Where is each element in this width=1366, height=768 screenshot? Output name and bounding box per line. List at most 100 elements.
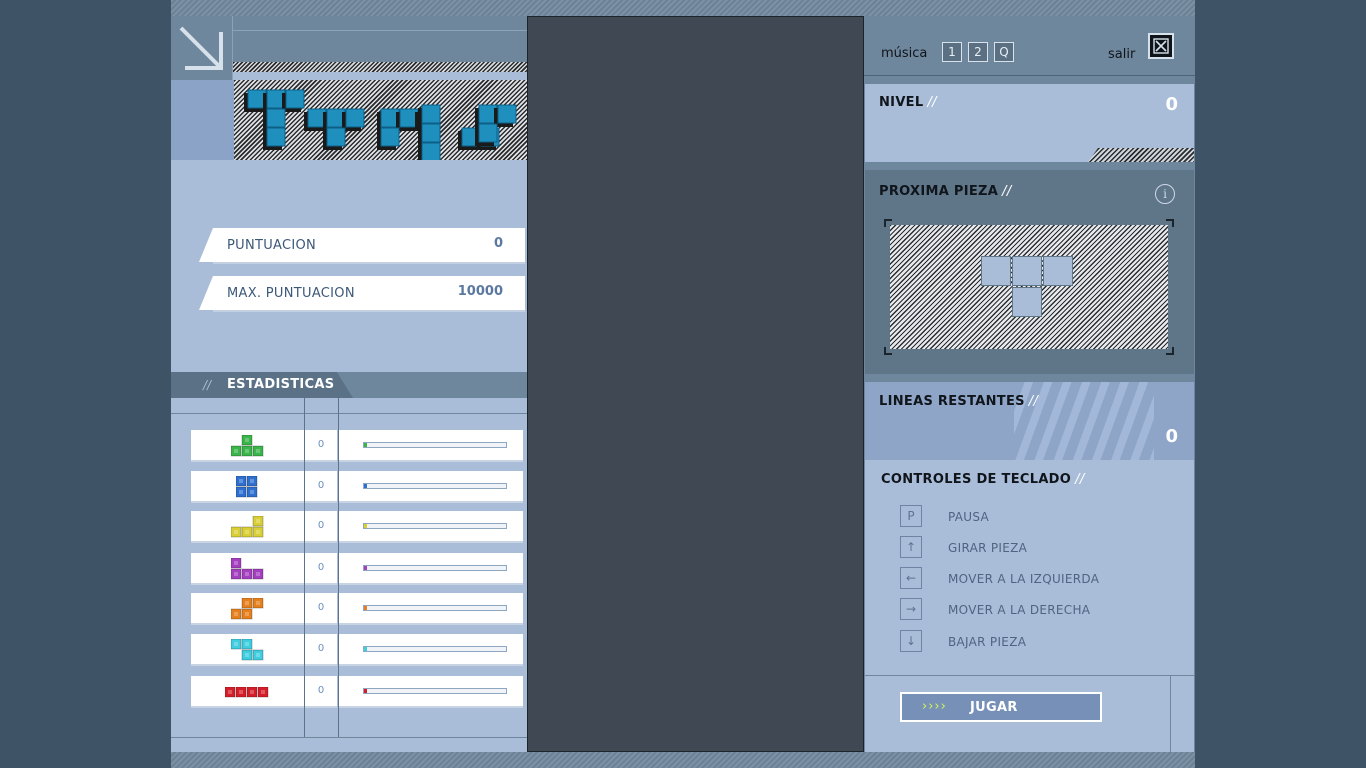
level-panel: NIVEL// 0: [865, 84, 1194, 162]
max-score-value: 10000: [457, 284, 503, 299]
stat-count: 0: [317, 643, 325, 654]
stat-bar-cell: [339, 676, 523, 708]
stat-row: 0: [191, 511, 523, 543]
piece-z-cyan-icon: [230, 639, 263, 661]
stats-title: ESTADISTICAS: [227, 377, 335, 392]
music-track-2-button[interactable]: 2: [968, 42, 988, 62]
stat-bar: [363, 523, 507, 529]
stat-bar-cell: [339, 430, 523, 462]
piece-s-orange-icon: [230, 598, 263, 620]
stat-bar-cell: [339, 634, 523, 666]
next-piece-slashes: //: [1002, 184, 1012, 199]
lines-remaining-label: LINEAS RESTANTES: [879, 394, 1025, 409]
control-desc: GIRAR PIEZA: [948, 541, 1028, 555]
stats-header: // ESTADISTICAS: [171, 372, 527, 398]
stat-bar: [363, 605, 507, 611]
game-app: PUNTUACION 0 MAX. PUNTUACION 10000 // ES…: [171, 0, 1195, 768]
control-desc: MOVER A LA DERECHA: [948, 603, 1091, 617]
level-hatch: [1088, 148, 1194, 162]
play-button[interactable]: ›››› JUGAR: [900, 692, 1102, 722]
controls-slashes: //: [1075, 472, 1085, 487]
play-area: ›››› JUGAR: [865, 676, 1194, 752]
stat-bar: [363, 483, 507, 489]
close-button[interactable]: [1148, 33, 1174, 59]
stat-bar-cell: [339, 593, 523, 625]
score-display: PUNTUACION 0: [199, 228, 525, 264]
play-arrows-icon: ››››: [922, 699, 947, 714]
arrow-up-key-icon: ↑: [900, 536, 922, 558]
stat-count: 0: [317, 439, 325, 450]
stat-bar: [363, 442, 507, 448]
score-label: PUNTUACION: [227, 238, 317, 253]
stat-row: 0: [191, 430, 523, 462]
stat-bar-cell: [339, 471, 523, 503]
stats-column-header: [171, 398, 527, 414]
arrow-right-key-icon: →: [900, 598, 922, 620]
next-piece-block: [1043, 256, 1073, 286]
piece-l-yellow-icon: [230, 516, 263, 538]
stat-row: 0: [191, 676, 523, 708]
stat-row: 0: [191, 593, 523, 625]
game-board[interactable]: [527, 16, 864, 752]
score-value: 0: [493, 236, 503, 251]
bottom-hatch-strip: [171, 752, 1195, 768]
stats-bottom-line: [171, 737, 527, 738]
piece-j-purple-icon: [230, 558, 263, 580]
stat-row: 0: [191, 553, 523, 585]
stat-bar-cell: [339, 553, 523, 585]
top-controls-bar: música 1 2 Q salir: [864, 16, 1195, 76]
stats-slashes: //: [203, 378, 212, 392]
next-piece-preview: [890, 225, 1168, 349]
piece-o-blue-icon: [236, 476, 258, 498]
exit-label: salir: [1108, 47, 1136, 62]
next-piece-panel: PROXIMA PIEZA// i: [865, 170, 1194, 374]
lines-remaining-slashes: //: [1028, 394, 1039, 409]
logo-side-block: [171, 80, 234, 160]
right-panel: música 1 2 Q salir NIVEL// 0 PROXIMA PIE…: [864, 16, 1195, 752]
stat-count: 0: [317, 520, 325, 531]
logo-header-bar: [233, 16, 527, 66]
next-piece-block: [1012, 256, 1042, 286]
next-piece-block: [1012, 287, 1042, 317]
max-score-display: MAX. PUNTUACION 10000: [199, 276, 525, 312]
lines-remaining-panel: LINEAS RESTANTES// 0: [865, 382, 1194, 460]
lines-remaining-value: 0: [1165, 426, 1178, 447]
arrow-down-key-icon: ↓: [900, 630, 922, 652]
arrow-left-key-icon: ←: [900, 567, 922, 589]
stat-bar: [363, 565, 507, 571]
stat-count: 0: [317, 480, 325, 491]
piece-t-green-icon: [230, 435, 263, 457]
arrow-down-right-icon: [171, 16, 233, 80]
control-desc: PAUSA: [948, 510, 990, 524]
stat-count: 0: [317, 602, 325, 613]
music-track-1-button[interactable]: 1: [942, 42, 962, 62]
stat-count: 0: [317, 562, 325, 573]
logo-hatch-band: [233, 62, 527, 72]
stat-bar: [363, 688, 507, 694]
level-value: 0: [1165, 94, 1178, 115]
controls-label: CONTROLES DE TECLADO: [881, 472, 1072, 487]
music-off-button[interactable]: Q: [994, 42, 1014, 62]
play-button-label: JUGAR: [970, 700, 1018, 715]
next-piece-label: PROXIMA PIEZA: [879, 184, 999, 199]
close-icon: [1153, 38, 1169, 54]
music-label: música: [881, 46, 928, 61]
stat-bar: [363, 646, 507, 652]
next-piece-block: [981, 256, 1011, 286]
stat-row: 0: [191, 634, 523, 666]
left-panel: PUNTUACION 0 MAX. PUNTUACION 10000 // ES…: [171, 16, 527, 752]
info-icon[interactable]: i: [1155, 184, 1175, 204]
level-label: NIVEL: [879, 95, 924, 110]
stat-bar-cell: [339, 511, 523, 543]
level-slashes: //: [927, 95, 937, 110]
top-hatch-strip: [171, 0, 1195, 16]
control-desc: MOVER A LA IZQUIERDA: [948, 572, 1100, 586]
stat-row: 0: [191, 471, 523, 503]
piece-i-red-icon: [225, 686, 269, 697]
stat-count: 0: [317, 685, 325, 696]
max-score-label: MAX. PUNTUACION: [227, 286, 355, 301]
p-key-icon: P: [900, 505, 922, 527]
keyboard-controls-panel: CONTROLES DE TECLADO// P PAUSA ↑ GIRAR P…: [865, 460, 1194, 676]
control-desc: BAJAR PIEZA: [948, 635, 1027, 649]
tetris-logo: [234, 80, 527, 160]
